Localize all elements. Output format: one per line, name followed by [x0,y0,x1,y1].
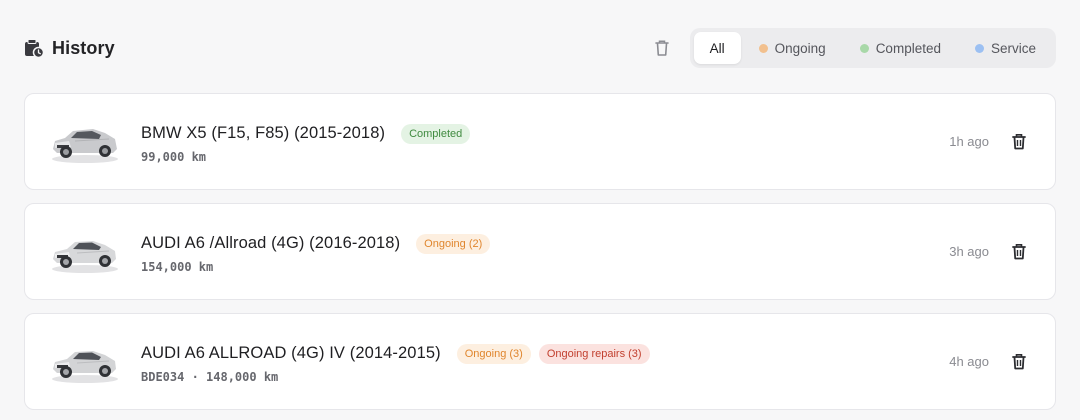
repairs-badge: Ongoing repairs (3) [538,343,650,364]
delete-row-button[interactable] [1007,240,1031,264]
car-name: BMW X5 (F15, F85) (2015-2018) [141,124,386,142]
status-badge: Completed [401,123,471,144]
history-row[interactable]: BMW X5 (F15, F85) (2015-2018) Completed … [24,93,1056,190]
car-mileage: 99,000 km [141,149,207,164]
status-badge: Ongoing (2) [416,233,491,254]
filter-tabs: All Ongoing Completed Service [689,28,1056,68]
car-name: AUDI A6 ALLROAD (4G) IV (2014-2015) [141,344,441,362]
trash-icon [1012,243,1026,260]
filter-label: Completed [875,40,941,56]
trash-icon [1012,133,1026,150]
filter-label: All [709,40,725,56]
header-controls: All Ongoing Completed Service [646,28,1056,68]
status-badge: Ongoing (3) [456,343,531,364]
service-dot-icon [974,43,984,53]
row-timestamp: 3h ago [949,244,989,259]
row-title-line: AUDI A6 /Allroad (4G) (2016-2018) Ongoin… [141,233,491,254]
page-header: History All Ongoing Completed Service [24,28,1056,68]
title-group: History [24,38,115,59]
history-row[interactable]: AUDI A6 /Allroad (4G) (2016-2018) Ongoin… [24,203,1056,300]
filter-completed[interactable]: Completed [844,32,957,64]
history-clipboard-icon [24,38,44,58]
car-plate-mileage: BDE034 · 148,000 km [141,369,279,384]
ongoing-dot-icon [758,43,768,53]
filter-label: Ongoing [774,40,826,56]
completed-dot-icon [859,43,869,53]
history-row[interactable]: AUDI A6 ALLROAD (4G) IV (2014-2015) Ongo… [24,313,1056,410]
filter-label: Service [990,40,1036,56]
car-thumbnail [49,229,121,275]
filter-all[interactable]: All [693,32,741,64]
row-info: AUDI A6 /Allroad (4G) (2016-2018) Ongoin… [141,204,491,299]
clear-history-button[interactable] [646,32,678,64]
row-title-line: AUDI A6 ALLROAD (4G) IV (2014-2015) Ongo… [141,343,650,364]
row-timestamp: 4h ago [949,354,989,369]
row-title-line: BMW X5 (F15, F85) (2015-2018) Completed [141,123,471,144]
trash-icon [654,39,670,57]
delete-row-button[interactable] [1007,130,1031,154]
page-title: History [52,37,115,58]
car-thumbnail [49,119,121,165]
delete-row-button[interactable] [1007,350,1031,374]
filter-ongoing[interactable]: Ongoing [743,32,842,64]
filter-service[interactable]: Service [959,32,1052,64]
trash-icon [1012,353,1026,370]
car-name: AUDI A6 /Allroad (4G) (2016-2018) [141,234,401,252]
row-timestamp: 1h ago [949,134,989,149]
car-thumbnail [49,339,121,385]
car-mileage: 154,000 km [141,259,214,274]
row-info: AUDI A6 ALLROAD (4G) IV (2014-2015) Ongo… [141,314,650,409]
row-info: BMW X5 (F15, F85) (2015-2018) Completed … [141,94,471,189]
